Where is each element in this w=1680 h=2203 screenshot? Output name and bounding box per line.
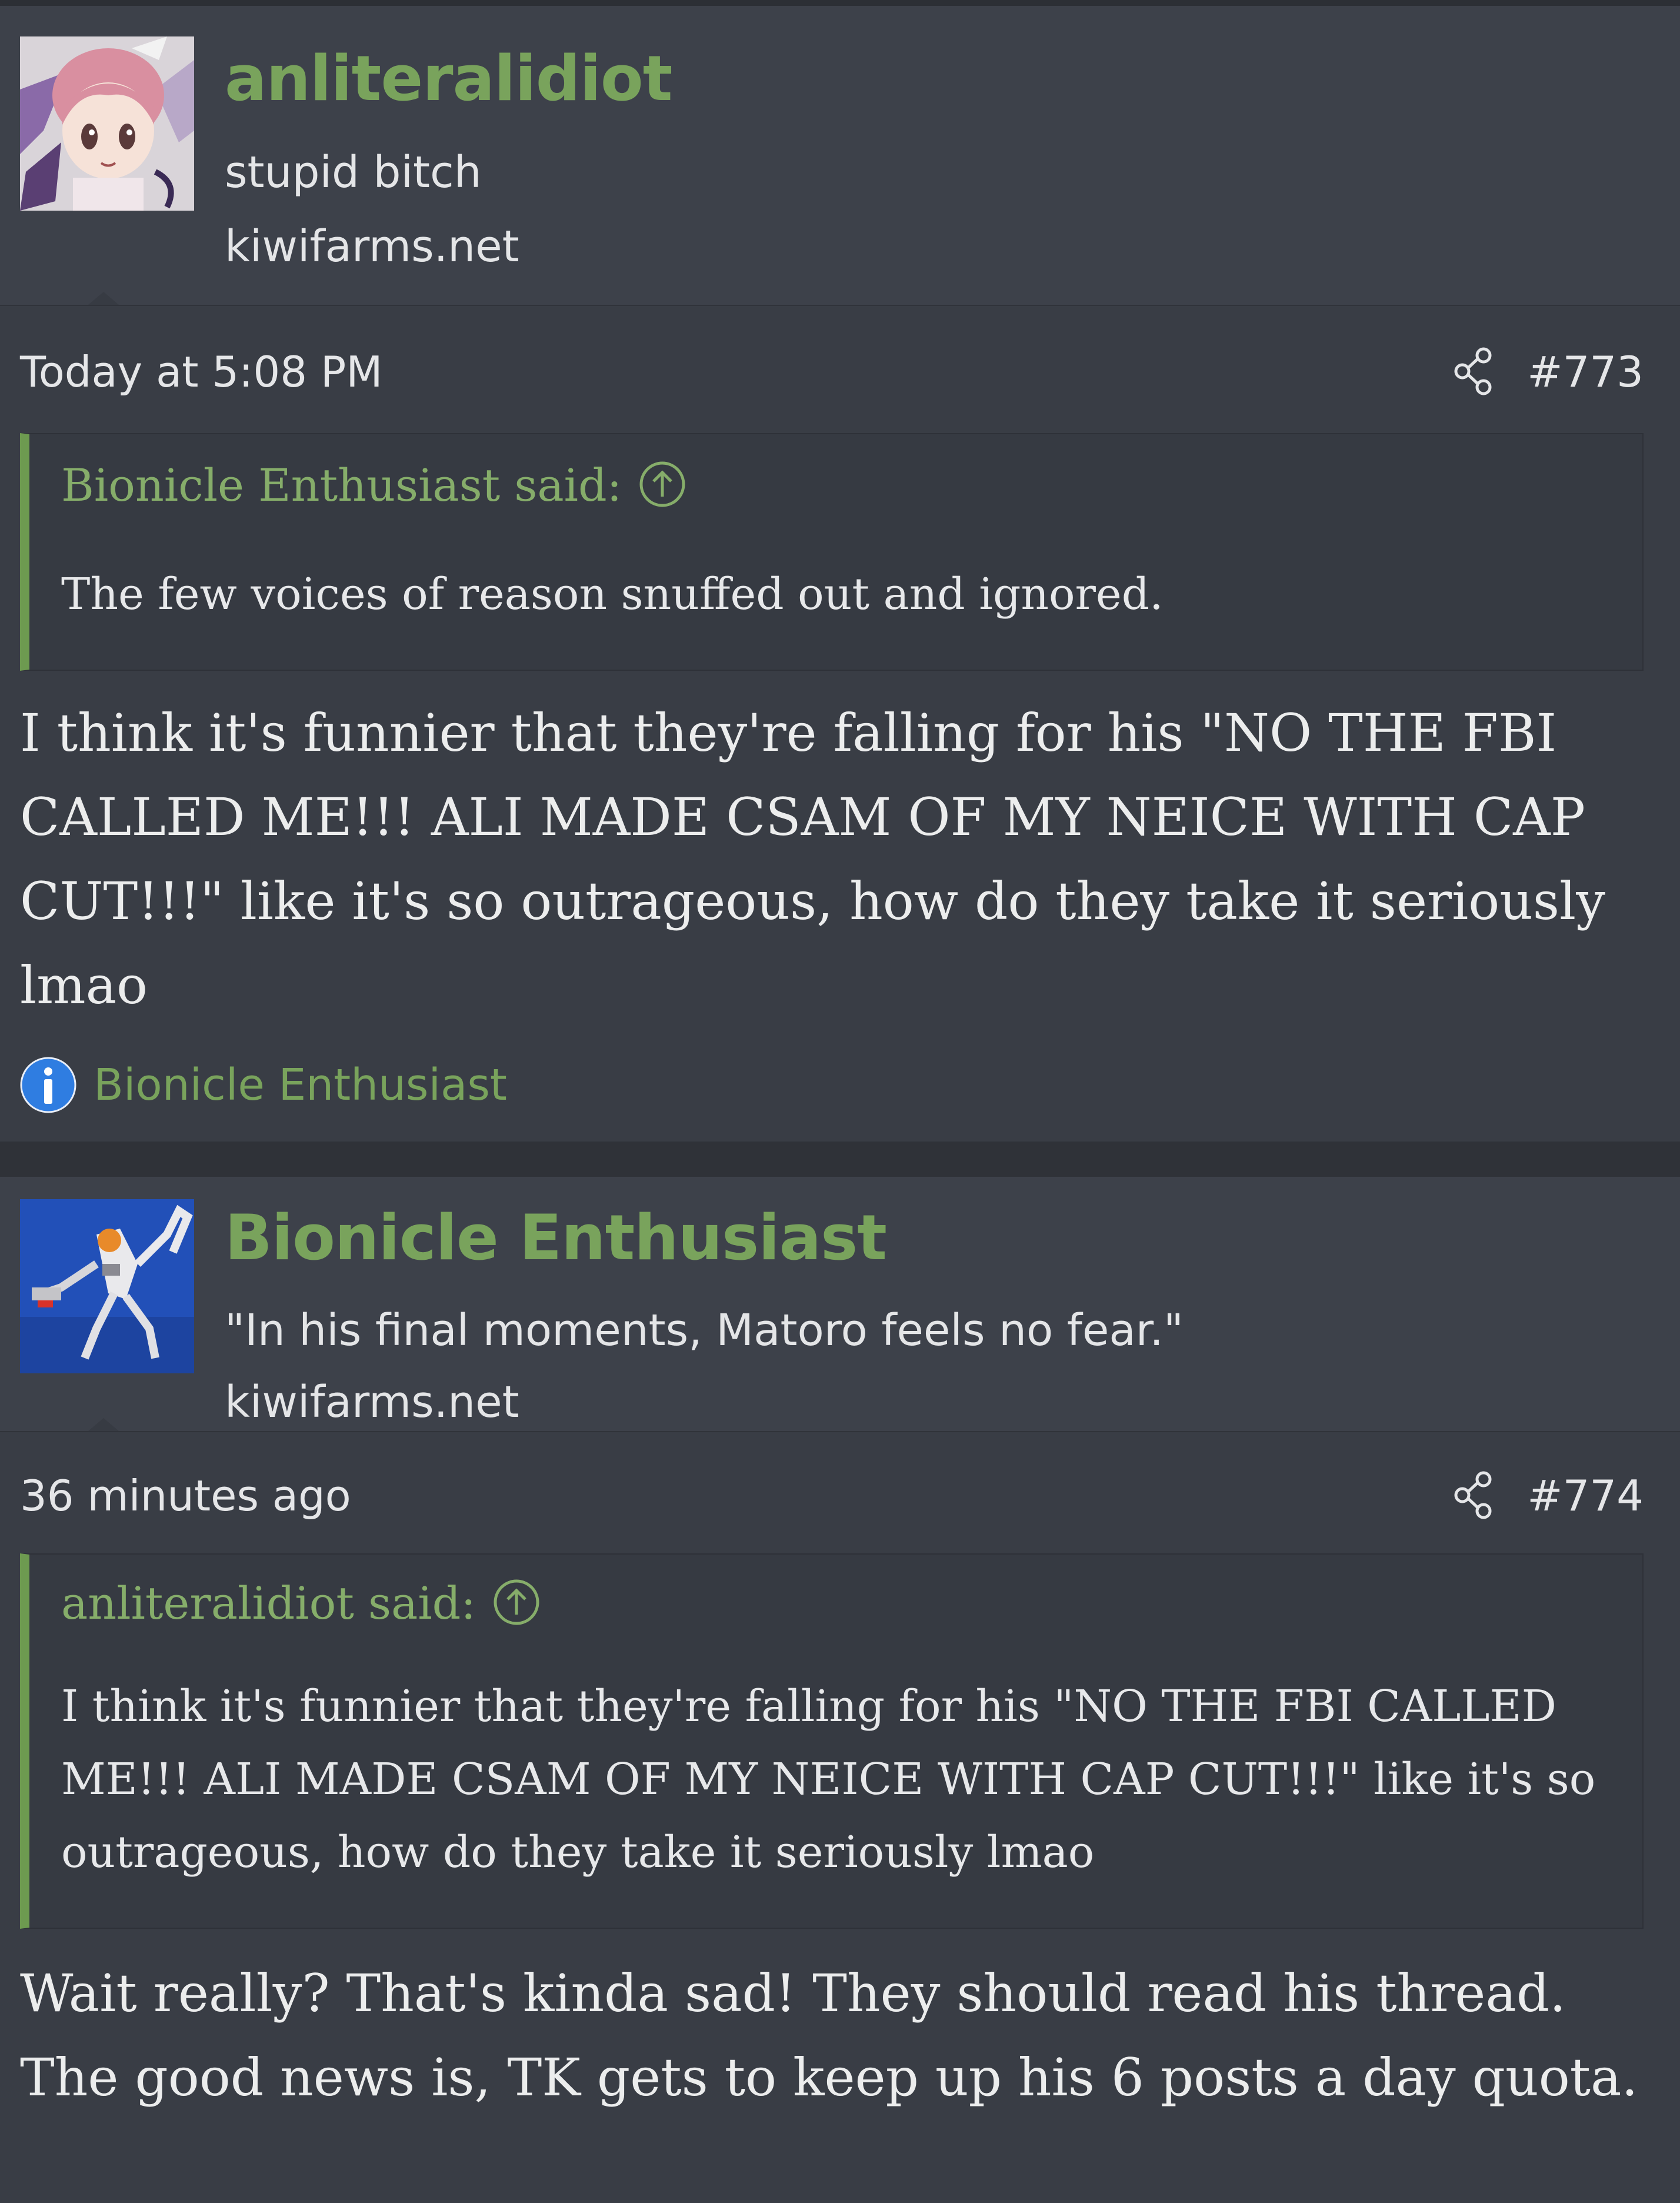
share-icon[interactable] bbox=[1453, 347, 1498, 395]
jump-to-quote-icon[interactable] bbox=[492, 1578, 541, 1626]
post-timestamp[interactable]: Today at 5:08 PM bbox=[20, 347, 382, 397]
post-header: anliteralidiot stupid bitch kiwifarms.ne… bbox=[0, 6, 1680, 306]
post-meta: Today at 5:08 PM #773 bbox=[20, 347, 1644, 406]
quote-text: The few voices of reason snuffed out and… bbox=[61, 569, 1164, 620]
post-773: anliteralidiot stupid bitch kiwifarms.ne… bbox=[0, 6, 1680, 1142]
info-icon bbox=[20, 1057, 76, 1113]
post-header: Bionicle Enthusiast "In his final moment… bbox=[0, 1177, 1680, 1432]
username[interactable]: Bionicle Enthusiast bbox=[225, 1202, 887, 1274]
user-title: stupid bitch bbox=[225, 147, 482, 198]
post-number[interactable]: #773 bbox=[1527, 347, 1644, 397]
header-caret bbox=[88, 1418, 119, 1431]
header-caret bbox=[88, 292, 119, 305]
username[interactable]: anliteralidiot bbox=[225, 42, 672, 115]
post-number[interactable]: #774 bbox=[1527, 1471, 1644, 1520]
avatar[interactable] bbox=[20, 36, 194, 211]
user-domain: kiwifarms.net bbox=[225, 221, 519, 272]
quote-author-label: anliteralidiot said: bbox=[61, 1577, 476, 1629]
quote-text: I think it's funnier that they're fallin… bbox=[61, 1681, 1596, 1878]
post-divider bbox=[0, 1142, 1680, 1177]
quote-attribution[interactable]: Bionicle Enthusiast said: bbox=[61, 459, 686, 513]
user-domain: kiwifarms.net bbox=[225, 1377, 519, 1427]
reaction-bar[interactable]: Bionicle Enthusiast bbox=[20, 1057, 507, 1113]
post-meta: 36 minutes ago #774 bbox=[20, 1471, 1644, 1530]
jump-to-quote-icon[interactable] bbox=[638, 460, 686, 508]
anime-girl-avatar-icon bbox=[20, 36, 194, 211]
quote-attribution[interactable]: anliteralidiot said: bbox=[61, 1577, 541, 1631]
bionicle-figure-avatar-icon bbox=[20, 1199, 194, 1373]
avatar[interactable] bbox=[20, 1199, 194, 1373]
quote-block: Bionicle Enthusiast said: The few voices… bbox=[20, 433, 1644, 671]
post-body: Wait really? That's kinda sad! They shou… bbox=[20, 1963, 1638, 2108]
quote-block: anliteralidiot said: I think it's funnie… bbox=[20, 1553, 1644, 1929]
user-title: "In his final moments, Matoro feels no f… bbox=[225, 1305, 1184, 1356]
quote-author-label: Bionicle Enthusiast said: bbox=[61, 459, 622, 511]
post-timestamp[interactable]: 36 minutes ago bbox=[20, 1471, 351, 1520]
post-774: Bionicle Enthusiast "In his final moment… bbox=[0, 1177, 1680, 2203]
share-icon[interactable] bbox=[1453, 1471, 1498, 1519]
reaction-user[interactable]: Bionicle Enthusiast bbox=[94, 1060, 507, 1110]
top-edge bbox=[0, 0, 1680, 6]
post-body: I think it's funnier that they're fallin… bbox=[20, 703, 1605, 1016]
